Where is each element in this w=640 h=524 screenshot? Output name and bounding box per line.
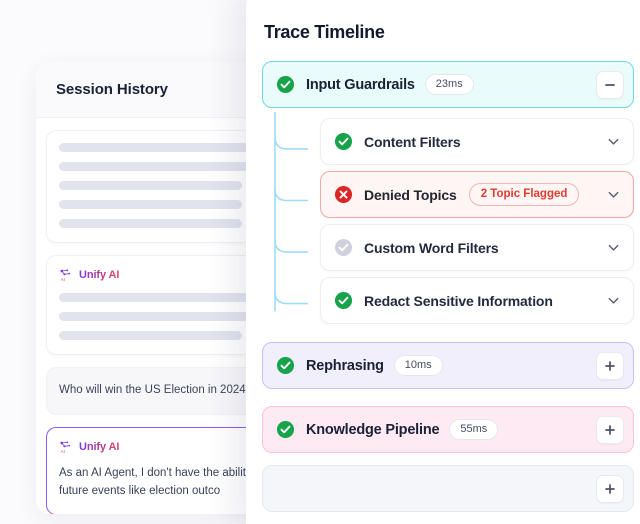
status-badge: 2 Topic Flagged	[469, 183, 580, 207]
x-circle-icon	[334, 185, 353, 204]
expand-chevron-button[interactable]	[606, 240, 621, 255]
trace-child-custom-word-filters[interactable]: Custom Word Filters	[320, 224, 634, 271]
expand-chevron-button[interactable]	[606, 293, 621, 308]
check-circle-icon	[334, 132, 353, 151]
check-circle-icon	[276, 356, 295, 375]
app-root: Session History	[0, 0, 640, 524]
check-circle-icon	[334, 291, 353, 310]
expand-toggle-button[interactable]	[596, 475, 624, 503]
trace-group-label: Input Guardrails	[306, 77, 415, 93]
chevron-down-icon	[606, 187, 621, 202]
trace-group-partial[interactable]	[262, 465, 634, 512]
skeleton-line	[59, 331, 242, 340]
check-circle-icon	[276, 420, 295, 439]
trace-group-rephrasing[interactable]: Rephrasing 10ms	[262, 342, 634, 389]
trace-group-label: Knowledge Pipeline	[306, 422, 439, 438]
unify-logo-icon: AI	[59, 440, 73, 454]
trace-group-duration: 23ms	[425, 74, 474, 95]
plus-icon	[604, 424, 616, 436]
skeleton-line	[59, 181, 242, 190]
trace-timeline-panel: Trace Timeline Input Guardrails 23ms	[246, 0, 640, 524]
agent-brand-label: Unify AI	[79, 441, 119, 453]
trace-children-input-guardrails: Content Filters Denied Topics 2 Topic Fl…	[262, 112, 634, 324]
trace-group-label: Rephrasing	[306, 358, 384, 374]
plus-icon	[604, 360, 616, 372]
trace-child-label: Custom Word Filters	[364, 240, 499, 256]
expand-toggle-button[interactable]	[596, 352, 624, 380]
tree-connector-lines	[262, 112, 322, 324]
plus-icon	[604, 483, 616, 495]
minus-icon	[604, 79, 616, 91]
trace-group-duration: 10ms	[394, 355, 443, 376]
trace-child-label: Denied Topics	[364, 187, 457, 203]
expand-toggle-button[interactable]	[596, 416, 624, 444]
collapse-toggle-button[interactable]	[596, 71, 624, 99]
chevron-down-icon	[606, 240, 621, 255]
unify-logo-icon: AI	[59, 268, 73, 282]
check-circle-icon	[334, 238, 353, 257]
session-history-title: Session History	[56, 81, 168, 98]
expand-chevron-button[interactable]	[606, 134, 621, 149]
svg-text:AI: AI	[61, 449, 65, 454]
trace-group-duration: 55ms	[449, 419, 498, 440]
trace-group-input-guardrails[interactable]: Input Guardrails 23ms	[262, 61, 634, 108]
page-title: Trace Timeline	[264, 22, 634, 43]
trace-child-redact-sensitive-information[interactable]: Redact Sensitive Information	[320, 277, 634, 324]
agent-brand: AI Unify AI	[59, 268, 119, 282]
trace-child-denied-topics[interactable]: Denied Topics 2 Topic Flagged	[320, 171, 634, 218]
skeleton-line	[59, 219, 242, 228]
skeleton-line	[59, 200, 242, 209]
agent-brand-label: Unify AI	[79, 269, 119, 281]
chevron-down-icon	[606, 134, 621, 149]
trace-group-knowledge-pipeline[interactable]: Knowledge Pipeline 55ms	[262, 406, 634, 453]
agent-brand: AI Unify AI	[59, 440, 119, 454]
trace-child-content-filters[interactable]: Content Filters	[320, 118, 634, 165]
svg-text:AI: AI	[61, 277, 65, 282]
chevron-down-icon	[606, 293, 621, 308]
trace-child-label: Content Filters	[364, 134, 461, 150]
expand-chevron-button[interactable]	[606, 187, 621, 202]
trace-child-label: Redact Sensitive Information	[364, 293, 553, 309]
check-circle-icon	[276, 75, 295, 94]
